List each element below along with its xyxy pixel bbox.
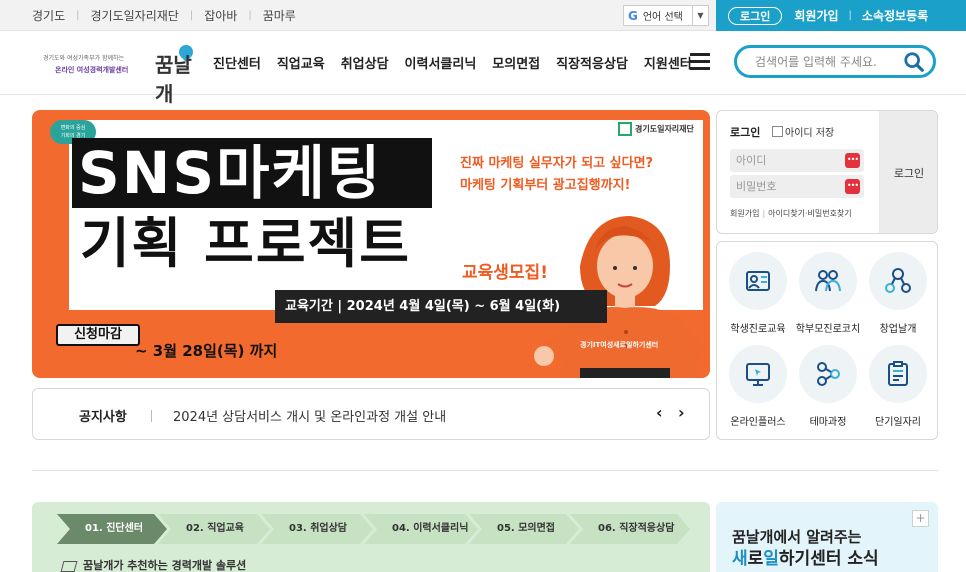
google-icon: G	[628, 8, 638, 23]
news-title-line2: 새로일하기센터 소식	[732, 549, 879, 569]
banner-foundation-logo: 경기도일자리재단	[618, 122, 694, 136]
quick-label: 단기일자리	[875, 417, 921, 428]
login-panel: 로그인 아이디 저장 ••• ••• 회원가입|아이디찾기·비밀번호찾기 로그인	[716, 110, 938, 234]
step-tabs: 01. 진단센터 02. 직업교육 03. 취업상담 04. 이력서클리닉 05…	[57, 514, 681, 544]
logo-brand: 꿈날개	[155, 53, 192, 106]
quick-student-career[interactable]: 학생진로교육	[721, 252, 795, 335]
link-job-foundation[interactable]: 경기도일자리재단	[91, 7, 179, 24]
divider: |	[76, 10, 80, 21]
family-site-links: 경기도 | 경기도일자리재단 | 잡아바 | 꿈마루	[32, 0, 296, 31]
language-select-label: 언어 선택	[642, 12, 683, 23]
banner-title-line2: 기획 프로젝트	[72, 210, 432, 278]
join-link[interactable]: 회원가입	[730, 209, 759, 218]
banner-period: 교육기간 | 2024년 4월 4일(목) ~ 6월 4일(화)	[275, 290, 607, 323]
monitor-icon	[729, 345, 787, 403]
pw-field-wrap: •••	[730, 175, 864, 198]
quick-label: 학생진로교육	[730, 324, 786, 335]
nav-mock-interview[interactable]: 모의면접	[492, 53, 540, 72]
link-gyeonggi[interactable]: 경기도	[32, 7, 65, 24]
step-tab-3[interactable]: 03. 취업상담	[261, 514, 373, 544]
notice-label: 공지사항	[79, 410, 127, 425]
search-box	[734, 45, 936, 78]
step-tab-4[interactable]: 04. 이력서클리닉	[364, 514, 478, 544]
nav-job-training[interactable]: 직업교육	[277, 53, 325, 72]
search-icon[interactable]	[903, 51, 925, 73]
nav-resume-clinic[interactable]: 이력서클리닉	[405, 53, 477, 72]
quick-menu: 학생진로교육 학부모진로코치 창업날개 온라인플러스 테마과정 단기일자리	[716, 241, 938, 440]
network-icon	[799, 345, 857, 403]
id-field-wrap: •••	[730, 149, 864, 172]
banner-org-name: 경기IT여성새로일하기센터	[580, 341, 659, 349]
login-title: 로그인	[730, 126, 761, 139]
keypad-icon[interactable]: •••	[845, 179, 860, 194]
quick-parent-coach[interactable]: 학부모진로코치	[791, 252, 865, 335]
startup-icon	[869, 252, 927, 310]
quick-label: 창업날개	[879, 324, 917, 335]
banner-hook-1: 진짜 마케팅 실무자가 되고 싶다면?	[460, 156, 654, 171]
plus-icon[interactable]: +	[912, 510, 929, 527]
parents-icon	[799, 252, 857, 310]
nav-workplace-adapt[interactable]: 직장적응상담	[556, 53, 628, 72]
banner-illustration	[534, 216, 705, 378]
quick-label: 테마과정	[809, 417, 847, 428]
password-input[interactable]	[736, 178, 836, 195]
top-utility-bar: 경기도 | 경기도일자리재단 | 잡아바 | 꿈마루 G 언어 선택 ▼ 로그인…	[0, 0, 966, 31]
login-submit-button[interactable]: 로그인	[879, 111, 937, 233]
link-kkummaru[interactable]: 꿈마루	[263, 7, 296, 24]
chevron-left-icon[interactable]: ‹	[656, 403, 663, 422]
center-news-panel: + 꿈날개에서 알려주는 새로일하기센터 소식	[716, 502, 938, 572]
step-tab-2[interactable]: 02. 직업교육	[158, 514, 270, 544]
find-account-link[interactable]: 아이디찾기·비밀번호찾기	[768, 209, 852, 218]
steps-subtitle: 꿈날개가 추천하는 경력개발 솔루션	[62, 557, 246, 572]
nav-diagnosis[interactable]: 진단센터	[213, 53, 261, 72]
quick-short-term-job[interactable]: 단기일자리	[861, 345, 935, 428]
save-id-label: 아이디 저장	[785, 128, 835, 139]
step-tab-1[interactable]: 01. 진단센터	[57, 514, 167, 544]
career-steps-panel: 01. 진단센터 02. 직업교육 03. 취업상담 04. 이력서클리닉 05…	[32, 502, 710, 572]
notice-bar: 공지사항 2024년 상담서비스 개시 및 온라인과정 개설 안내 ‹ ›	[32, 388, 710, 440]
nav-support-center[interactable]: 지원센터	[644, 53, 692, 72]
clipboard-icon	[869, 345, 927, 403]
quick-label: 학부모진로코치	[795, 324, 861, 335]
keypad-icon[interactable]: •••	[845, 153, 860, 168]
divider: |	[189, 10, 194, 21]
quick-theme-course[interactable]: 테마과정	[791, 345, 865, 428]
top-affiliation-link[interactable]: 소속정보등록	[862, 7, 928, 24]
top-login-button[interactable]: 로그인	[728, 6, 783, 25]
save-id-checkbox[interactable]: 아이디 저장	[772, 124, 834, 139]
main-nav: 진단센터 직업교육 취업상담 이력서클리닉 모의면접 직장적응상담 지원센터	[213, 31, 708, 93]
divider: |	[248, 10, 252, 21]
chevron-down-icon: ▼	[692, 6, 708, 25]
banner-title-line1: SNS마케팅	[72, 138, 432, 208]
nav-employment-consult[interactable]: 취업상담	[341, 53, 389, 72]
id-input[interactable]	[736, 152, 836, 169]
login-helper-links: 회원가입 | 아이디찾기·비밀번호찾기	[730, 209, 852, 218]
banner-deadline: ~ 3월 28일(목) 까지	[135, 342, 278, 360]
quick-label: 온라인플러스	[730, 417, 786, 428]
divider: |	[848, 10, 852, 21]
step-tab-6[interactable]: 06. 직장적응상담	[570, 514, 690, 544]
student-icon	[729, 252, 787, 310]
member-bar: 로그인 회원가입 | 소속정보등록	[716, 0, 966, 31]
menu-icon[interactable]	[690, 53, 710, 71]
checkbox-icon[interactable]	[772, 126, 783, 137]
main-banner[interactable]: 변화의 중심 기회의 경기 경기도일자리재단 SNS마케팅 기획 프로젝트 진짜 …	[32, 110, 710, 378]
top-join-link[interactable]: 회원가입	[794, 7, 838, 24]
search-input[interactable]	[755, 53, 905, 71]
site-logo[interactable]: 경기도와 여성가족부가 함께하는 온라인 여성경력개발센터 꿈날개	[35, 42, 205, 106]
section-divider	[32, 470, 938, 471]
quick-online-plus[interactable]: 온라인플러스	[721, 345, 795, 428]
link-jobaba[interactable]: 잡아바	[204, 7, 237, 24]
banner-closing-badge: 신청마감	[56, 324, 140, 346]
site-header: 경기도와 여성가족부가 함께하는 온라인 여성경력개발센터 꿈날개 진단센터 직…	[0, 31, 966, 106]
language-select[interactable]: G 언어 선택 ▼	[623, 5, 709, 26]
logo-tagline: 경기도와 여성가족부가 함께하는	[43, 55, 125, 62]
step-tab-5[interactable]: 05. 모의면접	[469, 514, 579, 544]
logo-org-name: 온라인 여성경력개발센터	[55, 66, 129, 74]
quick-startup[interactable]: 창업날개	[861, 252, 935, 335]
notice-item[interactable]: 2024년 상담서비스 개시 및 온라인과정 개설 안내	[173, 406, 446, 425]
chevron-right-icon[interactable]: ›	[678, 403, 685, 422]
banner-hook-2: 마케팅 기획부터 광고집행까지!	[460, 178, 631, 193]
divider	[151, 410, 152, 422]
